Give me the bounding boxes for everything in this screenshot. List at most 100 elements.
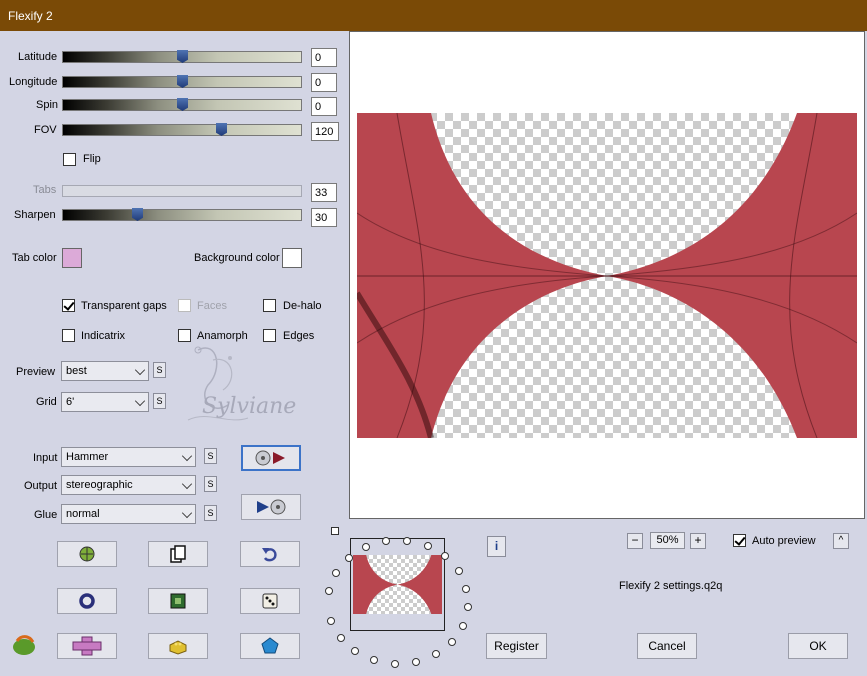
navigator-dot[interactable]	[458, 621, 467, 630]
tabs-slider	[62, 185, 302, 197]
sharpen-slider[interactable]	[62, 208, 302, 221]
preview-quality-value: best	[66, 365, 87, 377]
input-select[interactable]: Hammer	[61, 447, 196, 467]
navigator-dot[interactable]	[327, 616, 336, 625]
fov-slider-thumb[interactable]	[216, 123, 227, 136]
preview-s-button[interactable]: S	[153, 362, 166, 378]
input-s-button[interactable]: S	[204, 448, 217, 464]
background-color-swatch[interactable]	[282, 248, 302, 268]
zoom-in-button[interactable]: +	[690, 533, 706, 549]
latitude-slider-thumb[interactable]	[177, 50, 188, 63]
chevron-down-icon	[134, 395, 146, 407]
fov-slider[interactable]	[62, 123, 302, 136]
zoom-out-button[interactable]: −	[627, 533, 643, 549]
navigator-dot[interactable]	[463, 603, 472, 612]
navigator-dot[interactable]	[331, 569, 340, 578]
brick-button[interactable]	[148, 633, 208, 659]
navigator-dot[interactable]	[423, 541, 432, 550]
spin-value[interactable]: 0	[311, 97, 337, 116]
indicatrix-checkbox[interactable]	[62, 329, 75, 342]
dice-icon	[262, 593, 278, 609]
tab-color-swatch[interactable]	[62, 248, 82, 268]
longitude-value[interactable]: 0	[311, 73, 337, 92]
flexify-logo-icon	[11, 633, 37, 660]
cancel-button[interactable]: Cancel	[637, 633, 697, 659]
auto-preview-label: Auto preview	[752, 535, 816, 547]
navigator-dot[interactable]	[454, 567, 463, 575]
register-button[interactable]: Register	[486, 633, 547, 659]
output-select[interactable]: stereographic	[61, 475, 196, 495]
navigator-dot[interactable]	[344, 554, 353, 563]
plus-shape-button[interactable]	[57, 633, 117, 659]
fov-label: FOV	[34, 124, 57, 136]
auto-preview-checkbox[interactable]	[733, 534, 746, 547]
input-label: Input	[33, 452, 58, 464]
zoom-level[interactable]: 50%	[650, 532, 685, 549]
navigator-dot[interactable]	[431, 650, 440, 659]
chevron-down-icon	[134, 364, 146, 376]
navigator-dot[interactable]	[361, 543, 370, 551]
spin-slider-thumb[interactable]	[177, 98, 188, 111]
grid-value: 6'	[66, 396, 75, 408]
disc-play-icon	[255, 450, 285, 466]
navigator-dot[interactable]	[370, 656, 379, 665]
output-s-button[interactable]: S	[204, 476, 217, 492]
output-label: Output	[24, 480, 58, 492]
ok-button[interactable]: OK	[788, 633, 848, 659]
navigator-dot[interactable]	[441, 552, 450, 561]
glue-s-button[interactable]: S	[204, 505, 217, 521]
dice-button[interactable]	[240, 588, 300, 614]
chevron-down-icon	[181, 507, 193, 519]
chip-button[interactable]	[148, 588, 208, 614]
undo-button[interactable]	[240, 541, 300, 567]
transparent-gaps-checkbox[interactable]	[62, 299, 75, 312]
glue-select[interactable]: normal	[61, 504, 196, 524]
navigator-dot[interactable]	[336, 633, 345, 642]
pentagon-button[interactable]	[240, 633, 300, 659]
navigator-dot[interactable]	[403, 536, 412, 545]
sharpen-slider-thumb[interactable]	[132, 208, 143, 221]
title-bar: Flexify 2	[0, 0, 867, 31]
cross-shape-icon	[72, 636, 102, 656]
navigator-dot[interactable]	[412, 657, 421, 666]
longitude-slider-thumb[interactable]	[177, 75, 188, 88]
sharpen-value[interactable]: 30	[311, 208, 337, 227]
spin-label: Spin	[36, 99, 59, 111]
settings-file-name: Flexify 2 settings.q2q	[619, 580, 723, 592]
navigator-dot[interactable]	[351, 647, 360, 656]
de-halo-checkbox[interactable]	[263, 299, 276, 312]
grid-label: Grid	[36, 396, 57, 408]
info-button[interactable]: i	[487, 536, 506, 557]
play-input-button[interactable]	[241, 445, 301, 471]
navigator-dot[interactable]	[325, 587, 334, 596]
collapse-button[interactable]: ^	[833, 533, 849, 549]
circle-button[interactable]	[57, 588, 117, 614]
main-preview[interactable]	[349, 31, 865, 519]
navigator-dot[interactable]	[447, 637, 456, 646]
longitude-slider[interactable]	[62, 75, 302, 88]
copy-button[interactable]	[148, 541, 208, 567]
tabs-value[interactable]: 33	[311, 183, 337, 202]
navigator-dot[interactable]	[381, 536, 390, 545]
spin-slider[interactable]	[62, 98, 302, 111]
flip-checkbox[interactable]	[63, 153, 76, 166]
watermark-text: Sylviane	[202, 394, 297, 419]
fov-value[interactable]: 120	[311, 122, 339, 141]
globe-arrow-icon	[79, 546, 95, 562]
navigator-dot[interactable]	[462, 584, 471, 593]
navigator-dot[interactable]	[390, 659, 399, 668]
latitude-value[interactable]: 0	[311, 48, 337, 67]
chip-icon	[170, 593, 186, 609]
play-output-button[interactable]	[241, 494, 301, 520]
preview-quality-select[interactable]: best	[61, 361, 149, 381]
brick-icon	[169, 640, 187, 655]
latitude-slider[interactable]	[62, 50, 302, 63]
flip-label: Flip	[83, 153, 101, 165]
preview-label: Preview	[16, 366, 56, 378]
transparent-gaps-label: Transparent gaps	[81, 300, 167, 312]
grid-select[interactable]: 6'	[61, 392, 149, 412]
sharpen-label: Sharpen	[14, 209, 56, 221]
randomize-button[interactable]	[57, 541, 117, 567]
pentagon-icon	[261, 637, 279, 654]
grid-s-button[interactable]: S	[153, 393, 166, 409]
